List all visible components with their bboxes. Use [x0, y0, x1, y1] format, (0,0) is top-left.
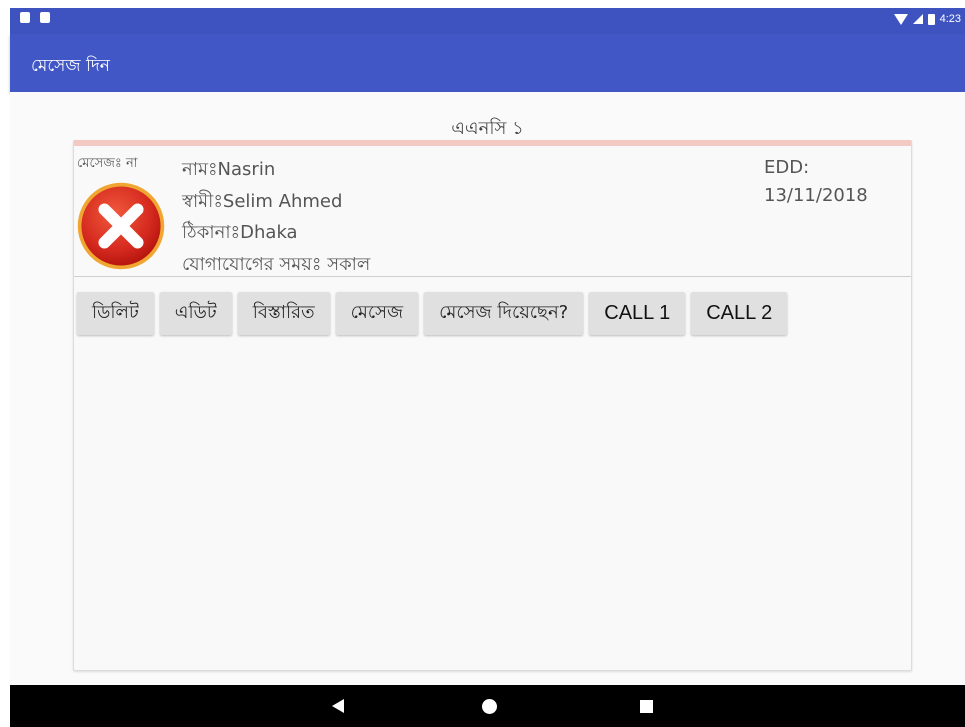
home-icon[interactable]: [482, 699, 497, 714]
main-content: এএনসি ১ মেসেজঃ না নামঃNasrin স্বামীঃSeli…: [10, 92, 965, 685]
details-button[interactable]: বিস্তারিত: [237, 292, 330, 335]
status-bar-right-icons: 4:23: [893, 13, 961, 25]
action-buttons: ডিলিট এডিট বিস্তারিত মেসেজ মেসেজ দিয়েছে…: [77, 292, 788, 335]
notification-icon: [40, 12, 50, 23]
delete-button[interactable]: ডিলিট: [77, 292, 154, 335]
message-button[interactable]: মেসেজ: [335, 292, 419, 335]
patient-address: ঠিকানাঃDhaka: [182, 222, 298, 243]
recents-icon[interactable]: [640, 700, 653, 713]
patient-name: নামঃNasrin: [182, 159, 276, 180]
edd-value: 13/11/2018: [764, 185, 868, 206]
patient-card: মেসেজঃ না নামঃNasrin স্বামীঃSelim Ahmed …: [73, 140, 912, 671]
message-status-label: মেসেজঃ না: [77, 156, 138, 171]
status-bar: 4:23: [10, 8, 965, 34]
status-time: 4:23: [939, 13, 961, 25]
sd-card-icon: [20, 12, 30, 23]
status-bar-left-icons: [20, 12, 50, 23]
app-bar-title: মেসেজ দিন: [31, 56, 110, 76]
edit-button[interactable]: এডিট: [159, 292, 232, 335]
call2-button[interactable]: CALL 2: [691, 292, 788, 335]
message-sent-button[interactable]: মেসেজ দিয়েছেন?: [424, 292, 584, 335]
edd-label: EDD:: [764, 157, 810, 178]
edd-block: EDD: 13/11/2018: [764, 154, 868, 210]
wifi-icon: [893, 13, 908, 25]
card-divider: [74, 276, 911, 277]
battery-icon: [927, 13, 935, 25]
patient-husband: স্বামীঃSelim Ahmed: [182, 190, 343, 212]
signal-icon: [912, 14, 923, 24]
red-x-circle-icon: [77, 182, 165, 270]
call1-button[interactable]: CALL 1: [589, 292, 686, 335]
patient-info: নামঃNasrin স্বামীঃSelim Ahmed ঠিকানাঃDha…: [182, 154, 370, 280]
navigation-bar: [10, 685, 965, 727]
app-bar: মেসেজ দিন: [10, 34, 965, 92]
back-icon[interactable]: [332, 699, 344, 713]
